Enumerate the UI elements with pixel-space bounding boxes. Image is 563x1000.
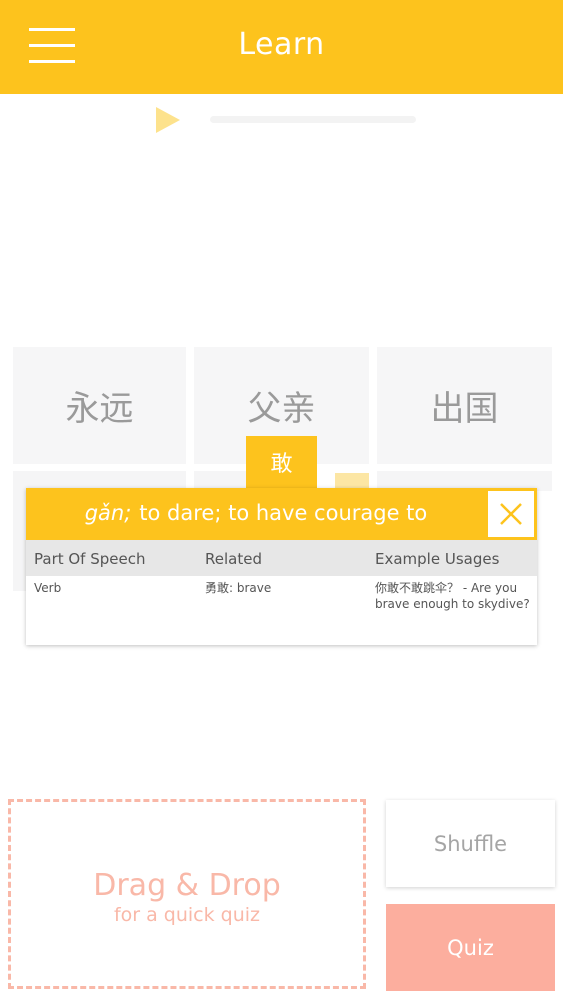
- definition: to dare; to have courage to: [139, 501, 428, 525]
- column-header: Related: [205, 550, 262, 568]
- drop-zone-subtitle: for a quick quiz: [113, 904, 261, 926]
- definition-text: gǎn; to dare; to have courage to: [26, 501, 486, 525]
- quiz-button[interactable]: Quiz: [386, 904, 555, 991]
- definition-header: gǎn; to dare; to have courage to: [26, 488, 537, 540]
- shuffle-button[interactable]: Shuffle: [386, 800, 555, 887]
- play-icon[interactable]: [156, 107, 180, 133]
- example-usage-value: 你敢不敢跳伞？ - Are you brave enough to skydiv…: [375, 581, 530, 611]
- related-value: 勇敢: brave: [205, 581, 272, 595]
- close-x-glyph: [500, 503, 522, 525]
- pinyin: gǎn;: [84, 501, 132, 525]
- definition-popup: gǎn; to dare; to have courage to Part Of …: [26, 488, 537, 645]
- word-tile[interactable]: 永远: [13, 347, 186, 464]
- column-header: Example Usages: [375, 550, 500, 568]
- quiz-drop-zone[interactable]: Drag & Drop for a quick quiz: [8, 799, 366, 989]
- word-tile[interactable]: 出国: [377, 347, 552, 464]
- part-of-speech-value: Verb: [34, 581, 62, 595]
- column-header: Part Of Speech: [34, 550, 146, 568]
- selected-character-tab: 敢: [246, 436, 317, 488]
- drop-zone-title: Drag & Drop: [93, 868, 281, 903]
- page-title: Learn: [238, 27, 325, 62]
- app-bar: Learn: [0, 0, 563, 94]
- close-x-icon[interactable]: [488, 491, 534, 537]
- audio-progress-bar[interactable]: [210, 116, 416, 123]
